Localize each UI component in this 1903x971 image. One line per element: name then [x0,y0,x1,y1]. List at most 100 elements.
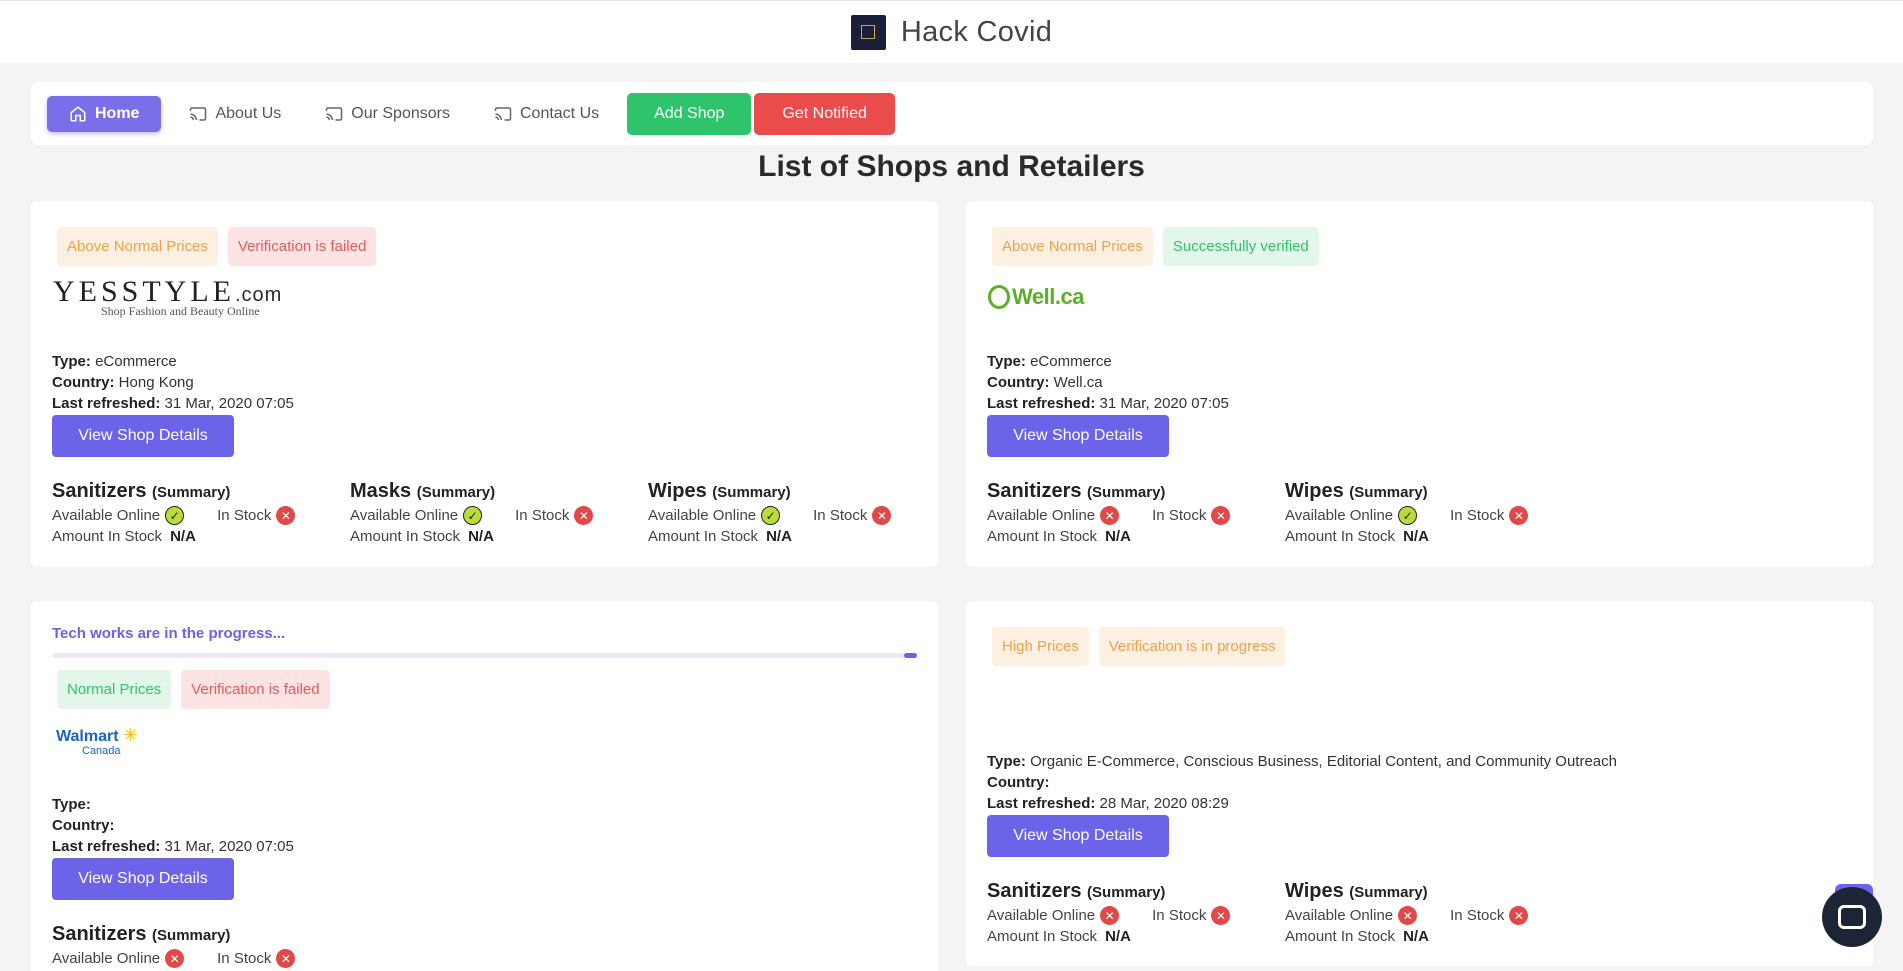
main-nav: Home About Us Our Sponsors Contact Us Ad… [31,82,1873,145]
shop-type: Organic E-Commerce, Conscious Business, … [1030,753,1617,770]
country-label: Country: [987,374,1050,391]
badge-group: High Prices Verification is in progress [992,627,1286,666]
shop-card: Above Normal Prices Successfully verifie… [966,201,1873,567]
shop-logo: Walmart ✳ Canada [56,725,139,759]
shop-refreshed: 31 Mar, 2020 07:05 [164,395,294,412]
amount-value: N/A [468,528,494,545]
nav-sponsors[interactable]: Our Sponsors [303,96,472,132]
type-label: Type: [987,753,1026,770]
progress-fill [904,653,917,658]
view-shop-details-button[interactable]: View Shop Details [987,415,1169,457]
page-title: List of Shops and Retailers [758,150,1145,183]
cross-icon: ✕ [1211,906,1231,925]
product-name: Sanitizers [987,480,1082,502]
view-shop-details-button[interactable]: View Shop Details [52,415,234,457]
verification-badge: Verification is failed [227,227,377,266]
product-summary: Sanitizers (Summary) Available Online ✕ In… [987,479,1285,547]
shop-country: Hong Kong [118,374,194,391]
price-badge: Normal Prices [57,670,172,709]
in-stock-label: In Stock [515,507,570,524]
product-summaries: Sanitizers (Summary) Available Online ✓ In… [52,479,946,547]
product-name: Sanitizers [52,923,147,945]
nav-about-label: About Us [215,104,282,122]
chat-icon [1838,905,1866,929]
product-summary: Masks (Summary) Available Online ✓ In Stoc… [350,479,648,547]
nav-home[interactable]: Home [47,95,162,132]
amount-label: Amount In Stock [1285,528,1396,545]
badge-group: Normal Prices Verification is failed [57,670,330,709]
product-summary: Sanitizers (Summary) Available Online ✕ In… [987,879,1285,947]
shop-card: High Prices Verification is in progress … [966,601,1873,966]
summary-label: (Summary) [712,484,791,501]
product-summaries: Sanitizers (Summary) Available Online ✕ In… [987,879,1583,947]
summary-label: (Summary) [416,484,496,501]
summary-label: (Summary) [1349,484,1428,501]
view-shop-details-button[interactable]: View Shop Details [987,815,1169,857]
cross-icon: ✕ [1100,906,1120,925]
cross-icon: ✕ [1509,906,1529,925]
product-name: Wipes [1285,880,1344,902]
cross-icon: ✕ [1509,506,1529,525]
refreshed-label: Last refreshed: [52,395,161,412]
add-shop-button[interactable]: Add Shop [627,92,752,135]
shop-info: Type: eCommerce Country: Well.ca Last re… [987,351,1229,414]
amount-value: N/A [1403,928,1429,945]
amount-label: Amount In Stock [648,528,759,545]
cross-icon: ✕ [1398,906,1418,925]
type-label: Type: [987,353,1026,370]
spark-icon: ✳ [122,725,139,745]
product-summary: Wipes (Summary) Available Online ✓ In Stoc… [1285,479,1583,547]
in-stock-label: In Stock [217,507,272,524]
logo-text: Well.ca [1012,284,1084,309]
badge-group: Above Normal Prices Successfully verifie… [992,227,1319,266]
app-logo[interactable] [850,14,886,50]
check-icon: ✓ [463,506,483,525]
available-online-label: Available Online [987,907,1096,924]
refreshed-label: Last refreshed: [987,795,1096,812]
cross-icon: ✕ [1100,506,1120,525]
available-online-label: Available Online [1285,907,1394,924]
available-online-label: Available Online [52,950,161,967]
in-stock-label: In Stock [217,950,272,967]
amount-label: Amount In Stock [987,928,1098,945]
cross-icon: ✕ [276,949,296,968]
refreshed-label: Last refreshed: [52,838,161,855]
product-summaries: Sanitizers (Summary) Available Online ✕ In… [52,922,350,969]
progress-text: Tech works are in the progress... [52,625,286,642]
nav-about[interactable]: About Us [167,96,303,132]
product-name: Masks [350,480,412,502]
cross-icon: ✕ [1211,506,1231,525]
cross-icon: ✕ [165,949,185,968]
product-name: Sanitizers [52,480,147,502]
amount-label: Amount In Stock [1285,928,1396,945]
product-summaries: Sanitizers (Summary) Available Online ✕ In… [987,479,1583,547]
home-icon [70,105,86,121]
top-bar: Hack Covid [0,0,1903,63]
product-summary: Sanitizers (Summary) Available Online ✕ In… [52,922,350,969]
badge-group: Above Normal Prices Verification is fail… [57,227,377,266]
get-notified-button[interactable]: Get Notified [754,92,895,135]
available-online-label: Available Online [1285,507,1394,524]
amount-value: N/A [766,528,792,545]
nav-contact[interactable]: Contact Us [472,96,621,132]
amount-label: Amount In Stock [350,528,461,545]
refreshed-label: Last refreshed: [987,395,1096,412]
product-name: Sanitizers [987,880,1082,902]
amount-value: N/A [1105,528,1131,545]
shop-logo: YESSTYLE.com Shop Fashion and Beauty Onl… [53,275,282,319]
summary-label: (Summary) [152,484,231,501]
country-label: Country: [52,374,115,391]
amount-label: Amount In Stock [987,528,1098,545]
check-icon: ✓ [761,506,781,525]
in-stock-label: In Stock [1450,907,1505,924]
shop-card: Above Normal Prices Verification is fail… [31,201,938,567]
chat-launcher-button[interactable] [1822,887,1882,947]
amount-value: N/A [1403,528,1429,545]
cast-icon [190,106,207,121]
shop-info: Type: Country: Last refreshed: 31 Mar, 2… [52,794,294,857]
shop-info: Type: eCommerce Country: Hong Kong Last … [52,351,294,414]
summary-label: (Summary) [1087,884,1166,901]
view-shop-details-button[interactable]: View Shop Details [52,858,234,900]
shop-card: Tech works are in the progress... Normal… [31,601,938,971]
logo-text: Walmart [56,728,119,745]
